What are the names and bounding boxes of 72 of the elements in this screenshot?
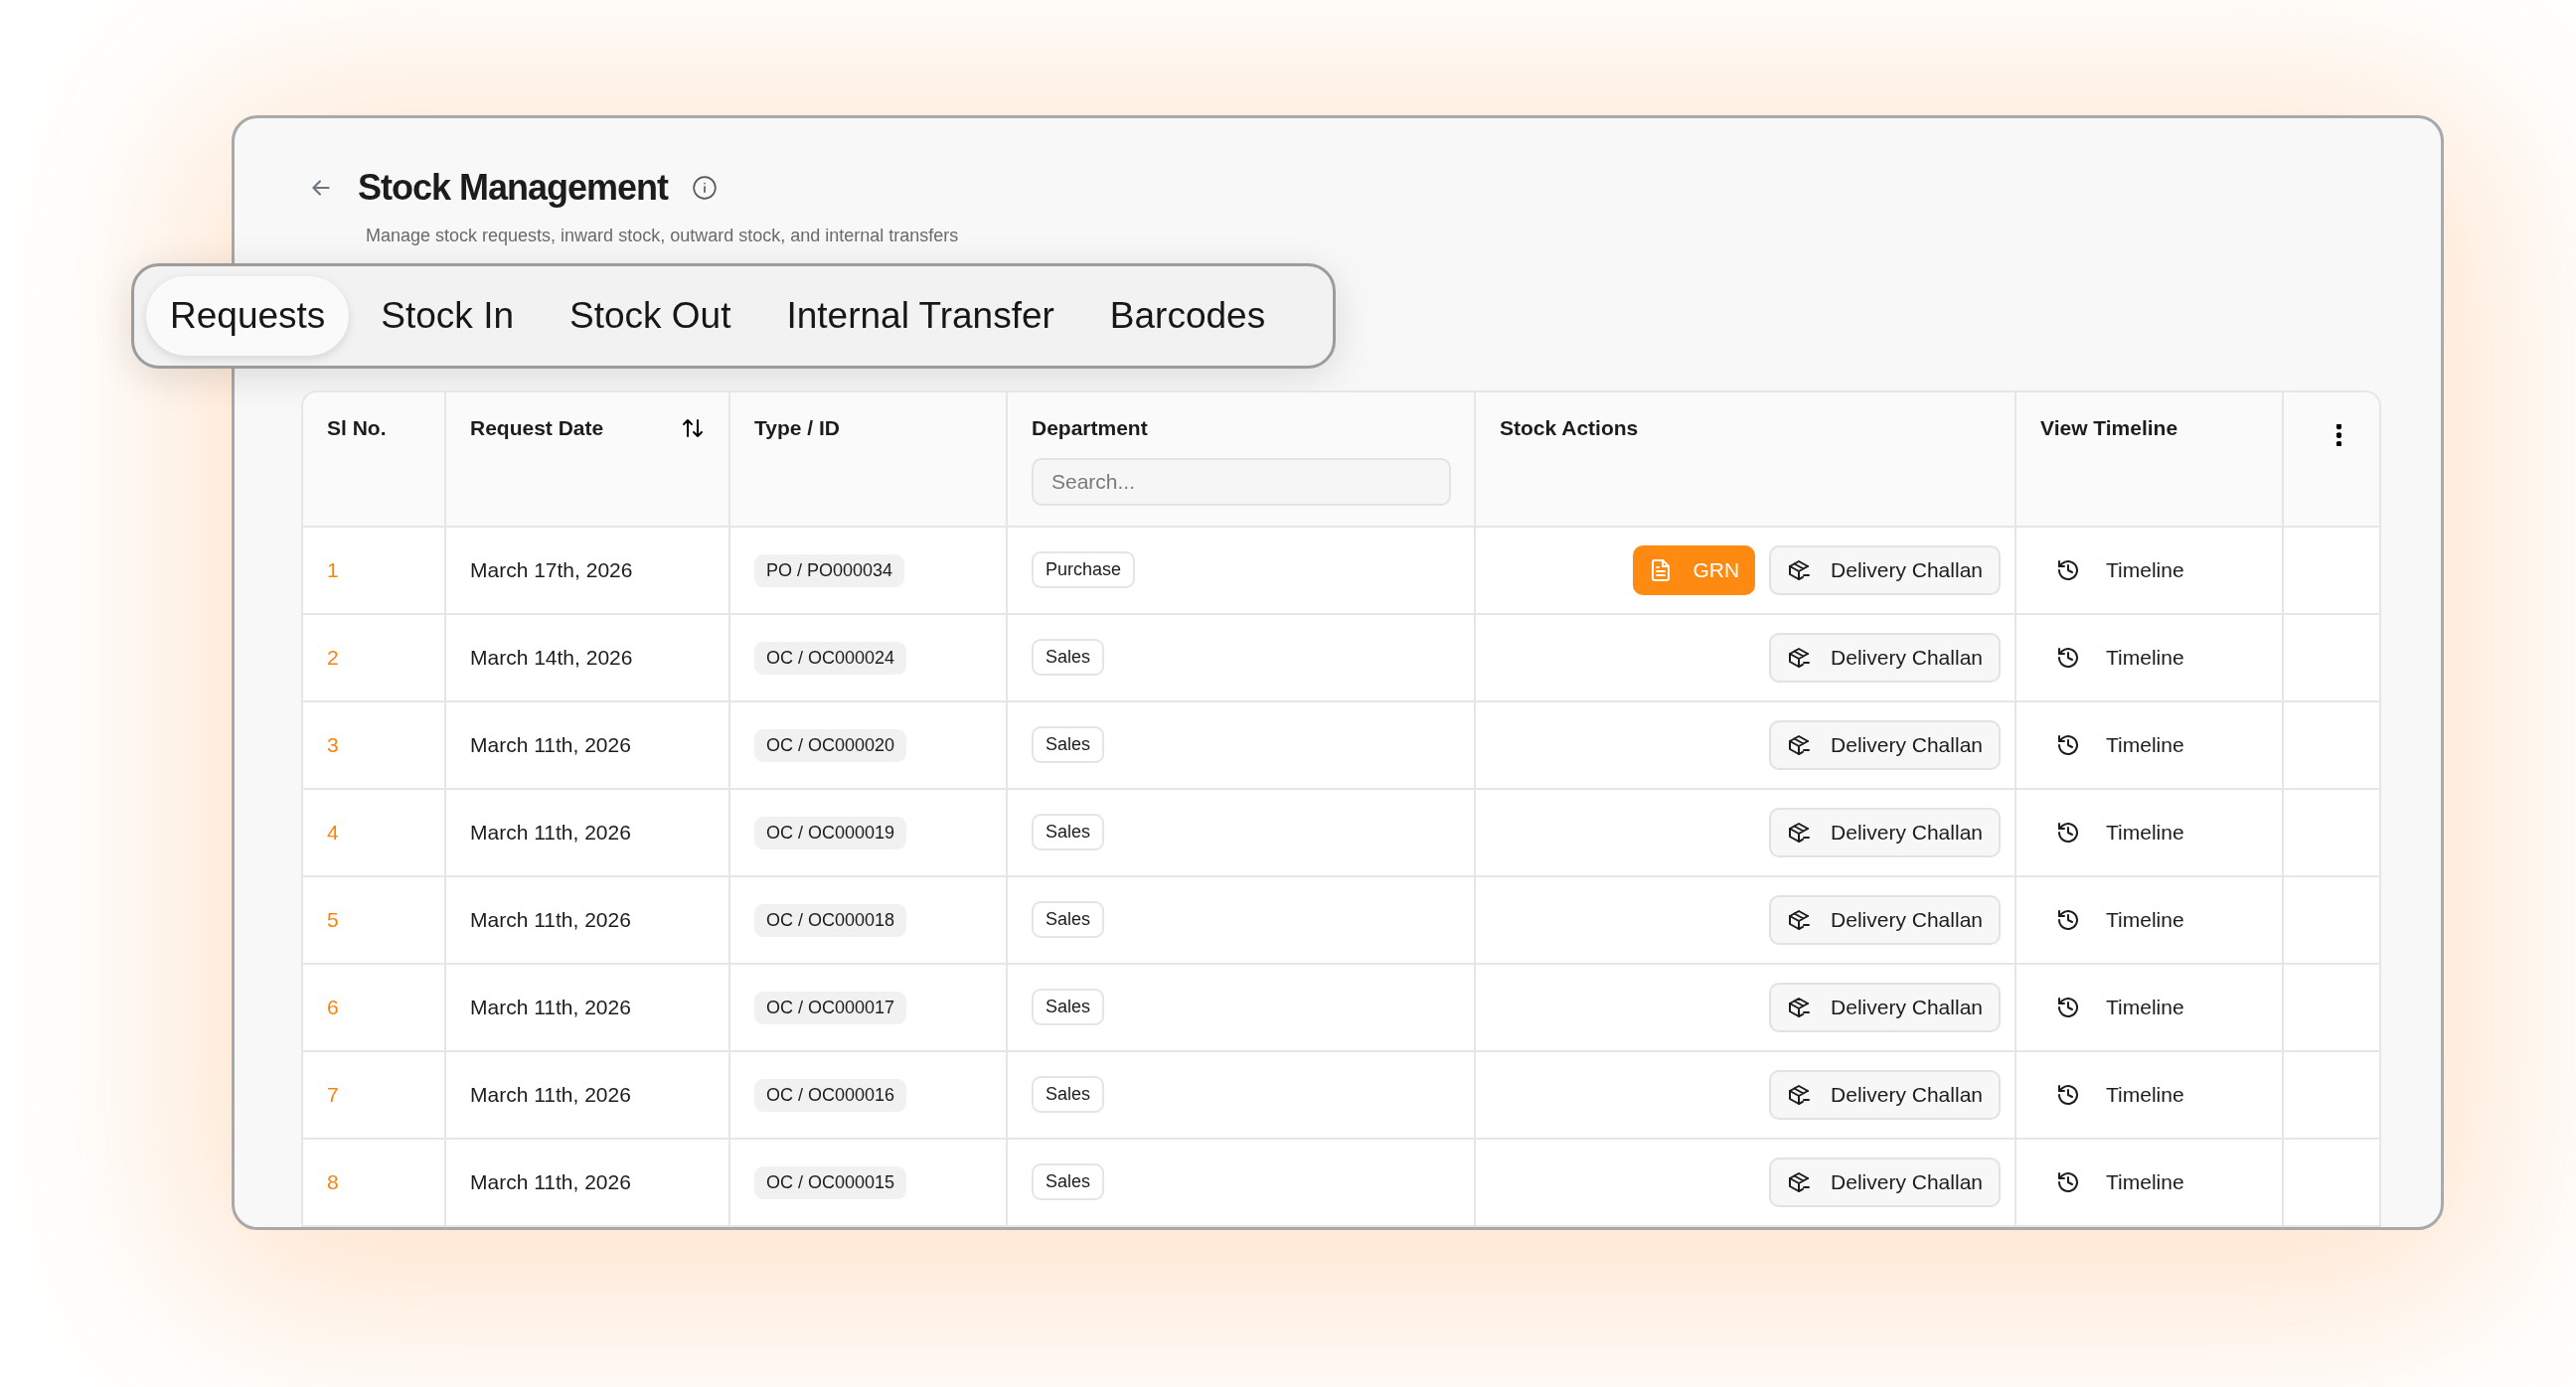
- tab[interactable]: Barcodes: [1085, 276, 1290, 356]
- history-icon: [2056, 557, 2080, 582]
- tab[interactable]: Internal Transfer: [762, 276, 1078, 356]
- delivery-challan-button[interactable]: Delivery Challan: [1769, 982, 2001, 1032]
- package-icon: [1787, 907, 1812, 932]
- request-date: March 11th, 2026: [470, 1169, 631, 1193]
- department-tag: Sales: [1032, 1076, 1105, 1114]
- page-title: Stock Management: [358, 166, 669, 210]
- department-tag: Sales: [1032, 726, 1105, 764]
- delivery-challan-button[interactable]: Delivery Challan: [1769, 632, 2001, 683]
- column-label: Type / ID: [754, 415, 840, 442]
- history-icon: [2056, 1169, 2080, 1194]
- package-icon: [1787, 995, 1812, 1019]
- type-id-tag: OC / OC000019: [754, 816, 907, 849]
- package-icon: [1787, 1169, 1812, 1194]
- department-tag: Sales: [1032, 989, 1105, 1026]
- type-id-tag: OC / OC000018: [754, 903, 907, 937]
- delivery-challan-button[interactable]: Delivery Challan: [1769, 1156, 2001, 1207]
- delivery-challan-button[interactable]: Delivery Challan: [1769, 719, 2001, 770]
- package-icon: [1787, 732, 1812, 757]
- delivery-challan-button[interactable]: Delivery Challan: [1769, 1069, 2001, 1120]
- column-label: Stock Actions: [1500, 415, 1639, 442]
- type-id-tag: OC / OC000017: [754, 991, 907, 1024]
- serial-number: 5: [327, 907, 339, 931]
- delivery-challan-button[interactable]: Delivery Challan: [1769, 807, 2001, 857]
- history-icon: [2056, 645, 2080, 670]
- column-label: Request Date: [470, 415, 604, 442]
- history-icon: [2056, 732, 2080, 757]
- kebab-menu-icon: [2336, 424, 2341, 447]
- package-icon: [1787, 557, 1812, 582]
- request-date: March 11th, 2026: [470, 907, 631, 931]
- tab[interactable]: Stock Out: [546, 276, 755, 356]
- serial-number: 4: [327, 820, 339, 844]
- request-date: March 11th, 2026: [470, 732, 631, 756]
- request-date: March 17th, 2026: [470, 557, 633, 581]
- type-id-tag: OC / OC000020: [754, 728, 907, 762]
- department-tag: Purchase: [1032, 551, 1136, 589]
- package-icon: [1787, 820, 1812, 845]
- type-id-tag: OC / OC000015: [754, 1165, 907, 1199]
- type-id-tag: PO / PO000034: [754, 553, 905, 587]
- search-field[interactable]: Search...: [1032, 457, 1451, 506]
- serial-number: 2: [327, 645, 339, 669]
- history-icon: [2056, 907, 2080, 932]
- info-icon: [692, 174, 719, 201]
- department-tag: Sales: [1032, 1163, 1105, 1201]
- serial-number: 1: [327, 557, 339, 581]
- type-id-tag: OC / OC000016: [754, 1078, 907, 1112]
- department-tag: Sales: [1032, 814, 1105, 851]
- package-icon: [1787, 1082, 1812, 1107]
- history-icon: [2056, 995, 2080, 1019]
- tab[interactable]: Requests: [146, 276, 350, 356]
- tab[interactable]: Stock In: [357, 276, 538, 356]
- column-label: Sl No.: [327, 415, 387, 442]
- serial-number: 3: [327, 732, 339, 756]
- package-icon: [1787, 645, 1812, 670]
- request-date: March 14th, 2026: [470, 645, 633, 669]
- serial-number: 6: [327, 995, 339, 1018]
- department-tag: Sales: [1032, 901, 1105, 939]
- delivery-challan-button[interactable]: Delivery Challan: [1769, 544, 2001, 595]
- delivery-challan-button[interactable]: Delivery Challan: [1769, 894, 2001, 945]
- page-subtitle: Manage stock requests, inward stock, outward stock, and internal transfers: [366, 225, 960, 248]
- request-date: March 11th, 2026: [470, 820, 631, 844]
- type-id-tag: OC / OC000024: [754, 641, 907, 675]
- department-tag: Sales: [1032, 639, 1105, 677]
- request-date: March 11th, 2026: [470, 1082, 631, 1106]
- serial-number: 7: [327, 1082, 339, 1106]
- request-date: March 11th, 2026: [470, 995, 631, 1018]
- column-label: View Timeline: [2040, 415, 2178, 442]
- history-icon: [2056, 1082, 2080, 1107]
- column-label: Department: [1032, 415, 1148, 442]
- history-icon: [2056, 820, 2080, 845]
- serial-number: 8: [327, 1169, 339, 1193]
